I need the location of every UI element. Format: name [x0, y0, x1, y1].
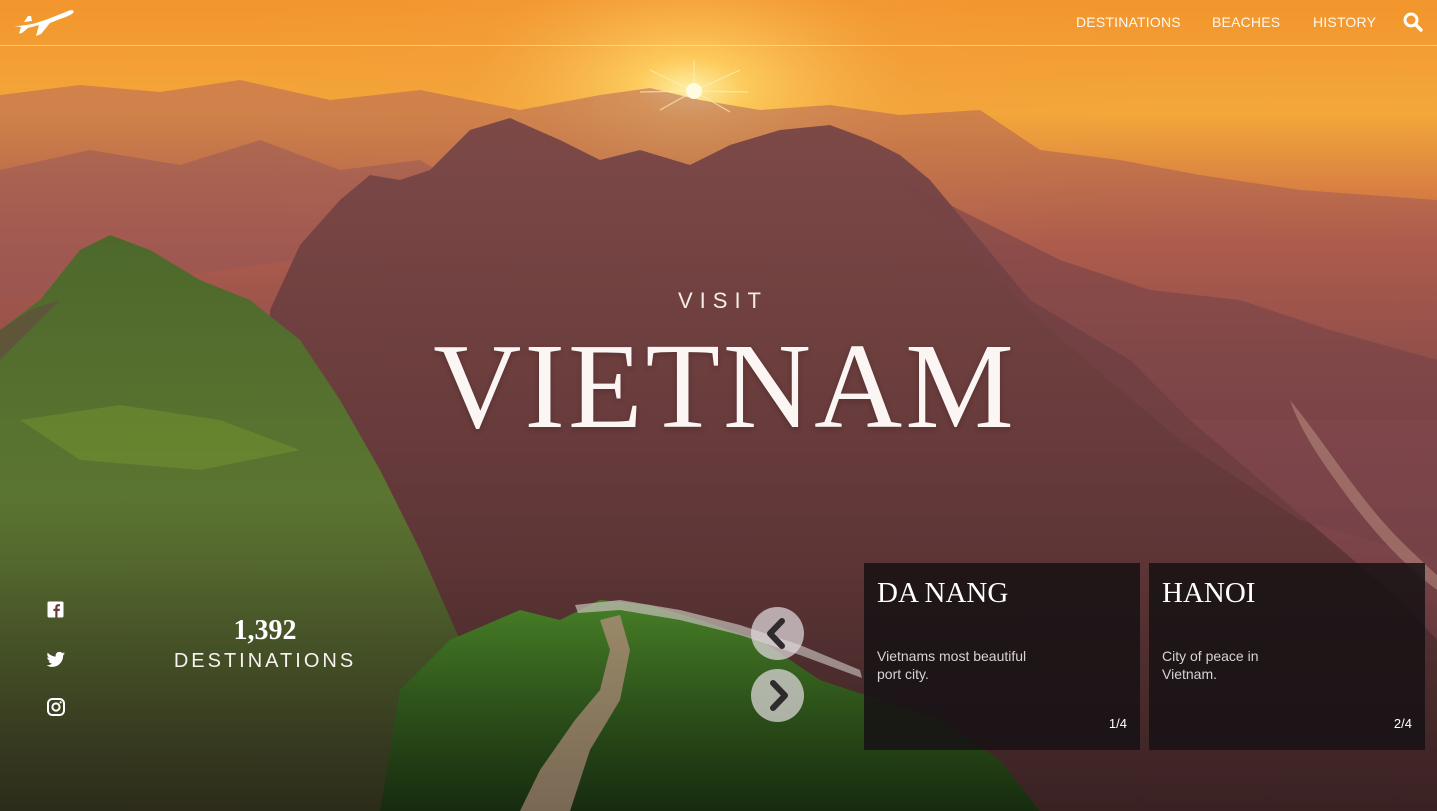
twitter-icon[interactable] [46, 649, 66, 669]
card-description: Vietnams most beautiful port city. [877, 648, 1027, 682]
airplane-icon[interactable] [10, 6, 76, 38]
card-description: City of peace in Vietnam. [1162, 648, 1259, 682]
destination-count: 1,392 [233, 615, 297, 646]
card-title: HANOI [1162, 577, 1256, 609]
nav-link-destinations[interactable]: DESTINATIONS [1076, 14, 1181, 30]
instagram-icon[interactable] [46, 697, 66, 717]
chevron-left-icon [767, 618, 785, 649]
card-index: 1/4 [1108, 716, 1127, 731]
destination-card[interactable]: HANOI City of peace in Vietnam. 2/4 [1149, 563, 1425, 750]
hero-eyebrow: VISIT [677, 288, 768, 313]
page: DESTINATIONS BEACHES HISTORY VISIT VIETN… [0, 0, 1437, 811]
top-navbar: DESTINATIONS BEACHES HISTORY [0, 0, 1437, 46]
card-index: 2/4 [1393, 716, 1412, 731]
facebook-icon[interactable] [46, 600, 66, 620]
nav-link-beaches[interactable]: BEACHES [1212, 14, 1280, 30]
chevron-right-icon [770, 680, 788, 711]
card-title: DA NANG [877, 577, 1009, 609]
slider-next-button[interactable] [751, 669, 804, 722]
hero-title: VIETNAM [433, 319, 1017, 454]
nav-link-history[interactable]: HISTORY [1313, 14, 1376, 30]
destination-card[interactable]: DA NANG Vietnams most beautiful port cit… [864, 563, 1140, 750]
destination-count-label: DESTINATIONS [173, 650, 357, 672]
search-icon[interactable] [1402, 11, 1424, 33]
slider-prev-button[interactable] [751, 607, 804, 660]
